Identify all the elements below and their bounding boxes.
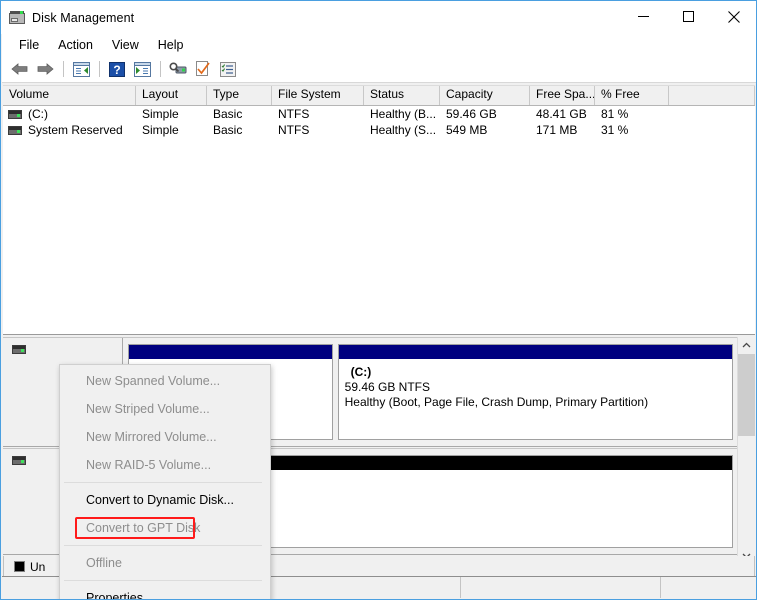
disk-management-icon: [9, 10, 25, 26]
partition-color-bar: [129, 345, 332, 360]
menu-item-properties[interactable]: Properties: [60, 584, 270, 600]
cell-volume-label: System Reserved: [28, 123, 123, 137]
toolbar-separator: [99, 61, 100, 77]
cell-type: Basic: [213, 123, 243, 137]
menu-item-offline: Offline: [60, 549, 270, 577]
title-bar: Disk Management: [1, 1, 756, 34]
toolbar-separator: [63, 61, 64, 77]
disk-management-window: Disk Management File Action View Help ? …: [0, 0, 757, 600]
table-row[interactable]: System Reserved Simple Basic NTFS Healthy (S…: [3, 122, 755, 138]
menu-help[interactable]: Help: [150, 36, 193, 54]
back-arrow-icon[interactable]: [8, 58, 32, 80]
status-segment-secondary: [461, 577, 661, 598]
unallocated-swatch: [14, 561, 25, 572]
partition-color-bar: [338, 345, 732, 360]
cell-free-space: 48.41 GB: [536, 107, 587, 121]
cell-percent-free: 81 %: [601, 107, 629, 121]
menu-item-label: Convert to GPT Disk: [86, 521, 201, 535]
volume-list-rows: (C:) Simple Basic NTFS Healthy (B... 59.46 GB…: [3, 106, 755, 138]
volume-list-header: Volume Layout Type File System Status Capacit…: [3, 85, 755, 106]
menu-item-label: New Mirrored Volume...: [86, 430, 217, 444]
cell-status: Healthy (B...: [370, 107, 437, 121]
menu-separator: [64, 545, 262, 546]
minimize-button[interactable]: [621, 1, 666, 32]
legend-label: Un: [30, 559, 46, 574]
cell-file-system: NTFS: [278, 107, 310, 121]
cell-file-system: NTFS: [278, 123, 310, 137]
maximize-button[interactable]: [666, 1, 711, 32]
legend-item-unallocated: Un: [14, 560, 45, 574]
menu-item-label: Properties: [86, 591, 143, 600]
column-header-file-system[interactable]: File System: [272, 86, 364, 105]
partition-size-fs: 59.46 GB NTFS: [344, 380, 431, 394]
refresh-check-icon[interactable]: [191, 58, 215, 80]
menu-bar: File Action View Help: [2, 34, 756, 56]
cell-volume-label: (C:): [28, 107, 48, 121]
forward-arrow-icon[interactable]: [33, 58, 57, 80]
menu-item-label: Offline: [86, 556, 122, 570]
cell-layout: Simple: [142, 107, 179, 121]
cell-type: Basic: [213, 107, 243, 121]
disk-drive-icon: [12, 456, 26, 465]
menu-item-label: New RAID-5 Volume...: [86, 458, 212, 472]
help-question-icon[interactable]: ?: [105, 58, 129, 80]
partition-text: (C:) 59.46 GB NTFS Healthy (Boot, Page Fil…: [339, 360, 732, 410]
cell-capacity: 549 MB: [446, 123, 488, 137]
status-segment-tertiary: [661, 577, 756, 598]
cell-status: Healthy (S...: [370, 123, 437, 137]
cell-layout: Simple: [142, 123, 179, 137]
table-row[interactable]: (C:) Simple Basic NTFS Healthy (B... 59.46 GB…: [3, 106, 755, 122]
disk-context-menu[interactable]: New Spanned Volume... New Striped Volume.…: [59, 364, 271, 600]
scroll-up-icon[interactable]: [738, 337, 755, 354]
menu-item-new-spanned-volume: New Spanned Volume...: [60, 367, 270, 395]
menu-item-label: New Striped Volume...: [86, 402, 210, 416]
cell-volume: (C:): [3, 107, 136, 121]
volume-drive-icon: [8, 109, 22, 119]
close-button[interactable]: [711, 1, 756, 32]
show-hide-action-pane-icon[interactable]: [130, 58, 154, 80]
show-hide-console-tree-icon[interactable]: [69, 58, 93, 80]
cell-free-space: 171 MB: [536, 123, 578, 137]
rescan-disks-icon[interactable]: [166, 58, 190, 80]
menu-view[interactable]: View: [104, 36, 148, 54]
menu-item-convert-to-gpt-disk: Convert to GPT Disk: [60, 514, 270, 542]
column-header-layout[interactable]: Layout: [136, 86, 207, 105]
menu-separator: [64, 482, 262, 483]
menu-item-new-mirrored-volume: New Mirrored Volume...: [60, 423, 270, 451]
window-title: Disk Management: [32, 10, 135, 25]
menu-item-convert-to-dynamic-disk[interactable]: Convert to Dynamic Disk...: [60, 486, 270, 514]
column-header-status[interactable]: Status: [364, 86, 440, 105]
partition-label: (C:): [350, 365, 372, 379]
menu-file[interactable]: File: [11, 36, 48, 54]
column-header-volume[interactable]: Volume: [3, 86, 136, 105]
volume-drive-icon: [8, 125, 22, 135]
menu-separator: [64, 580, 262, 581]
menu-item-label: New Spanned Volume...: [86, 374, 221, 388]
menu-action[interactable]: Action: [50, 36, 102, 54]
scrollbar-thumb[interactable]: [738, 354, 755, 436]
column-header-capacity[interactable]: Capacity: [440, 86, 530, 105]
toolbar: ?: [2, 56, 756, 83]
column-header-blank[interactable]: [669, 86, 755, 105]
cell-volume: System Reserved: [3, 123, 136, 137]
column-header--free[interactable]: % Free: [595, 86, 669, 105]
svg-text:?: ?: [113, 63, 120, 77]
column-header-free-spa[interactable]: Free Spa...: [530, 86, 595, 105]
properties-list-icon[interactable]: [216, 58, 240, 80]
volume-list-pane: Volume Layout Type File System Status Capacit…: [3, 85, 755, 335]
toolbar-separator: [160, 61, 161, 77]
window-controls: [621, 1, 756, 32]
disk-title: [12, 345, 122, 354]
cell-capacity: 59.46 GB: [446, 107, 497, 121]
partition-box[interactable]: (C:) 59.46 GB NTFS Healthy (Boot, Page Fil…: [337, 344, 733, 440]
cell-percent-free: 31 %: [601, 123, 629, 137]
vertical-scrollbar[interactable]: [737, 337, 755, 564]
menu-item-label: Convert to Dynamic Disk...: [86, 493, 234, 507]
disk-drive-icon: [12, 345, 26, 354]
menu-item-new-raid-5-volume: New RAID-5 Volume...: [60, 451, 270, 479]
column-header-type[interactable]: Type: [207, 86, 272, 105]
menu-item-new-striped-volume: New Striped Volume...: [60, 395, 270, 423]
partition-health: Healthy (Boot, Page File, Crash Dump, Pr…: [344, 395, 649, 409]
